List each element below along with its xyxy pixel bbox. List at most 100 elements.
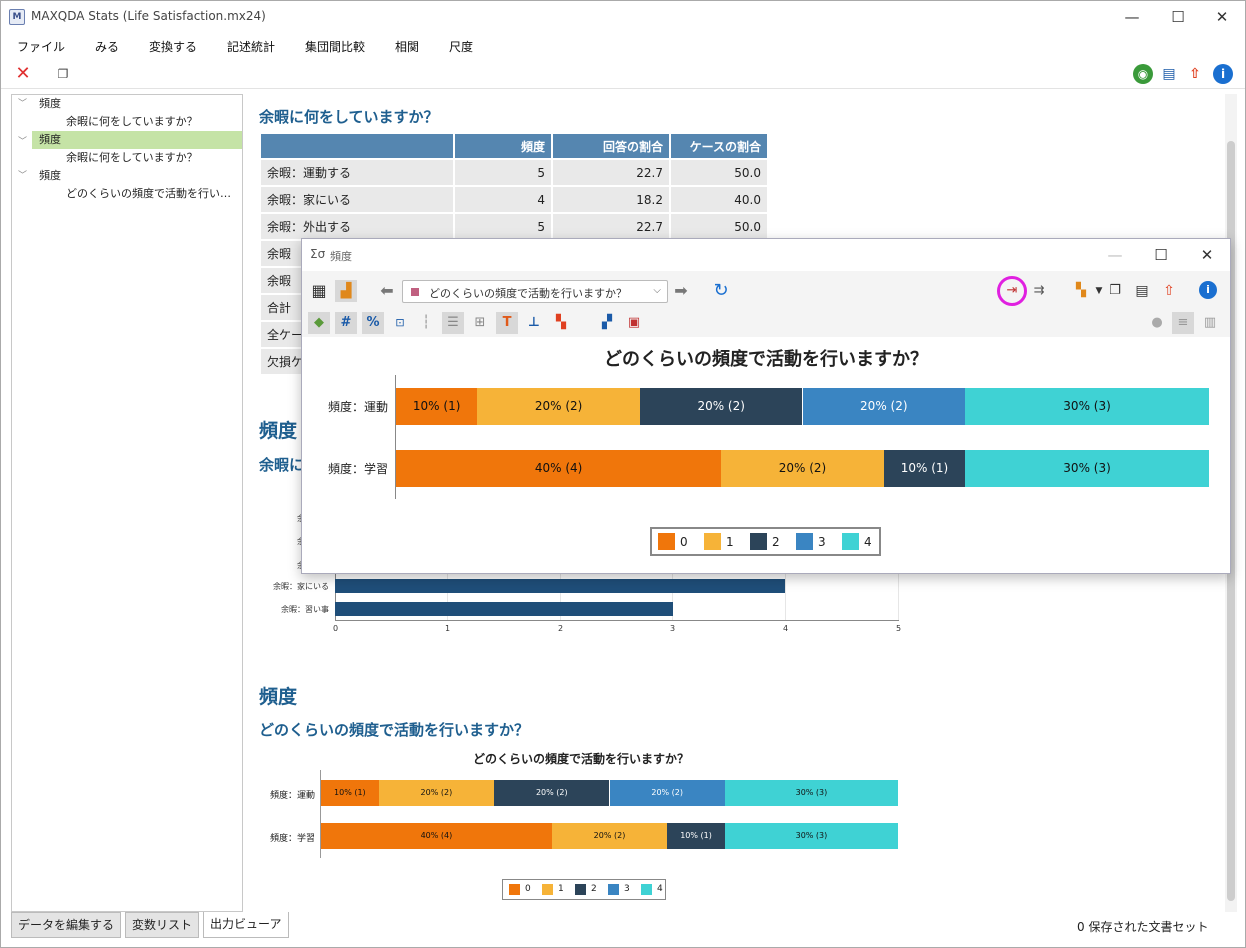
table-cell: 50.0: [671, 214, 767, 239]
export-icon[interactable]: ⇧: [1185, 64, 1205, 84]
menu-correlation[interactable]: 相関: [395, 38, 419, 55]
tab-edit-data[interactable]: データを編集する: [11, 912, 122, 938]
table-cell: 22.7: [553, 160, 669, 185]
legend-swatch: [796, 533, 813, 550]
chart-view-icon[interactable]: ▟: [335, 280, 357, 302]
value-axis-icon[interactable]: ┆: [415, 312, 437, 334]
table-row: 余暇：運動する 5 22.7 50.0: [261, 160, 767, 185]
float-close-button[interactable]: ✕: [1184, 239, 1230, 271]
chevron-down-icon[interactable]: ﹀: [18, 95, 27, 113]
forward-arrow-icon[interactable]: ➡: [670, 280, 692, 302]
title-toggle-icon[interactable]: T: [496, 312, 518, 334]
tree-child-leisure-1[interactable]: 余暇に何をしていますか？: [66, 113, 246, 131]
tab-output-viewer[interactable]: 出力ビューア: [203, 912, 289, 938]
table-header: [261, 134, 453, 158]
float-minimize-button[interactable]: —: [1092, 239, 1138, 271]
list-icon[interactable]: ☰: [442, 312, 464, 334]
legend-swatch: [608, 884, 619, 895]
legend-colors-icon[interactable]: ▚: [550, 312, 572, 334]
menu-group-compare[interactable]: 集団間比較: [305, 38, 365, 55]
tree-node-frequency-3[interactable]: ﹀ 頻度: [12, 167, 242, 185]
small-chart-title: どのくらいの頻度で活動を行いますか？: [472, 752, 689, 766]
section1-title: 余暇に何をしていますか？: [259, 108, 439, 126]
frequency-chart-window: Σσ 頻度 — ☐ ✕ ▦ ▟ ⬅ どのくらいの頻度で活動を行いますか？ ⌵ ➡…: [301, 238, 1231, 574]
float-toolbar-primary: ▦ ▟ ⬅ どのくらいの頻度で活動を行いますか？ ⌵ ➡ ↻ ⇥ ⇉ ▚ ▼ ❐…: [302, 271, 1230, 309]
bar-segment: 20% (2): [721, 450, 884, 487]
chevron-down-icon[interactable]: ﹀: [18, 167, 27, 185]
chevron-down-icon[interactable]: ⌵: [653, 285, 661, 296]
table-cell: 18.2: [553, 187, 669, 212]
bar-segment: 20% (2): [639, 388, 803, 425]
close-window-button[interactable]: ✕: [1199, 1, 1245, 33]
maximize-button[interactable]: ☐: [1155, 1, 1201, 33]
tree-child-activity-frequency[interactable]: どのくらいの頻度で活動を行い…: [66, 185, 246, 203]
variable-selector[interactable]: どのくらいの頻度で活動を行いますか？ ⌵: [402, 280, 668, 303]
bar-segment: 20% (2): [494, 780, 610, 806]
menu-scale[interactable]: 尺度: [449, 38, 473, 55]
refresh-icon[interactable]: ↻: [710, 280, 732, 302]
bg-chart-tick: 1: [445, 624, 451, 633]
section3-title: どのくらいの頻度で活動を行いますか？: [259, 721, 530, 739]
section2-heading: 頻度: [259, 420, 298, 442]
info-icon[interactable]: i: [1199, 281, 1217, 299]
vertical-bar-icon[interactable]: ▥: [1199, 312, 1221, 334]
bg-chart-xaxis: [335, 620, 899, 621]
table-cell: 40.0: [671, 187, 767, 212]
table-row-label: 余暇：家にいる: [261, 187, 453, 212]
print-icon[interactable]: ▤: [1131, 280, 1153, 302]
saved-document-sets-status: 0 保存された文書セット: [1077, 920, 1209, 934]
menu-file[interactable]: ファイル: [17, 38, 65, 55]
bar-segment: 30% (3): [724, 823, 898, 849]
pie-chart-icon[interactable]: ●: [1146, 312, 1168, 334]
bar-segment: 10% (1): [883, 450, 966, 487]
menu-transform[interactable]: 変換する: [149, 38, 197, 55]
close-icon[interactable]: ✕: [13, 64, 33, 84]
axis-title-icon[interactable]: ⊥: [523, 312, 545, 334]
bar-segment: 20% (2): [802, 388, 966, 425]
table-cell: 50.0: [671, 160, 767, 185]
float-toolbar-secondary: ◆ # % ⊡ ┆ ☰ ⊞ T ⊥ ▚ ▞ ▣ ● ≡ ▥: [302, 309, 1230, 337]
print-icon[interactable]: ▤: [1159, 64, 1179, 84]
menu-descriptive[interactable]: 記述統計: [227, 38, 275, 55]
small-chart-bar-row: 10% (1) 20% (2) 20% (2) 20% (2) 30% (3): [321, 780, 898, 806]
save-chart-icon[interactable]: ▞: [596, 312, 618, 334]
minimize-button[interactable]: —: [1109, 1, 1155, 33]
bg-chart-tick: 3: [670, 624, 676, 633]
output-tree: ﹀ 頻度 余暇に何をしていますか？ ﹀ 頻度 余暇に何をしていますか？ ﹀ 頻度…: [11, 94, 243, 912]
tree-child-leisure-2[interactable]: 余暇に何をしていますか？: [66, 149, 246, 167]
legend-label: 0: [525, 884, 531, 894]
menu-view[interactable]: みる: [95, 38, 119, 55]
count-hash-icon[interactable]: #: [335, 312, 357, 334]
data-labels-icon[interactable]: ⊡: [389, 312, 411, 334]
chart-style-icon[interactable]: ▣: [623, 312, 645, 334]
tree-node-frequency-2[interactable]: 頻度: [32, 131, 242, 149]
bar-segment: 20% (2): [609, 780, 725, 806]
table-header-row: 頻度 回答の割合 ケースの割合: [261, 134, 767, 158]
tab-variable-list[interactable]: 変数リスト: [125, 912, 200, 938]
float-maximize-button[interactable]: ☐: [1138, 239, 1184, 271]
label-tag-icon[interactable]: ◆: [308, 312, 330, 334]
table-row: 余暇：家にいる 4 18.2 40.0: [261, 187, 767, 212]
insert-into-output-icon[interactable]: ⇥: [1001, 280, 1023, 302]
info-icon[interactable]: i: [1213, 64, 1233, 84]
table-view-icon[interactable]: ▦: [308, 280, 330, 302]
bg-chart-tick: 2: [558, 624, 564, 633]
section2-title: 余暇に: [259, 456, 305, 474]
table-row-label: 余暇：運動する: [261, 160, 453, 185]
append-icon[interactable]: ⇉: [1028, 280, 1050, 302]
copy-icon[interactable]: ❐: [1104, 280, 1126, 302]
percent-icon[interactable]: %: [362, 312, 384, 334]
globe-icon[interactable]: ◉: [1133, 64, 1153, 84]
bar-segment: 30% (3): [724, 780, 898, 806]
export-icon[interactable]: ⇧: [1158, 280, 1180, 302]
gridlines-icon[interactable]: ⊞: [469, 312, 491, 334]
back-arrow-icon[interactable]: ⬅: [376, 280, 398, 302]
copy-icon[interactable]: ❐: [53, 64, 73, 84]
menu-bar: ファイル みる 変換する 記述統計 集団間比較 相関 尺度: [1, 33, 1245, 59]
bar-segment: 20% (2): [551, 823, 668, 849]
chevron-down-icon[interactable]: ﹀: [18, 134, 27, 147]
horizontal-bar-icon[interactable]: ≡: [1172, 312, 1194, 334]
legend-swatch: [641, 884, 652, 895]
tree-node-frequency-1[interactable]: ﹀ 頻度: [12, 95, 242, 113]
bar-segment: 40% (4): [321, 823, 552, 849]
